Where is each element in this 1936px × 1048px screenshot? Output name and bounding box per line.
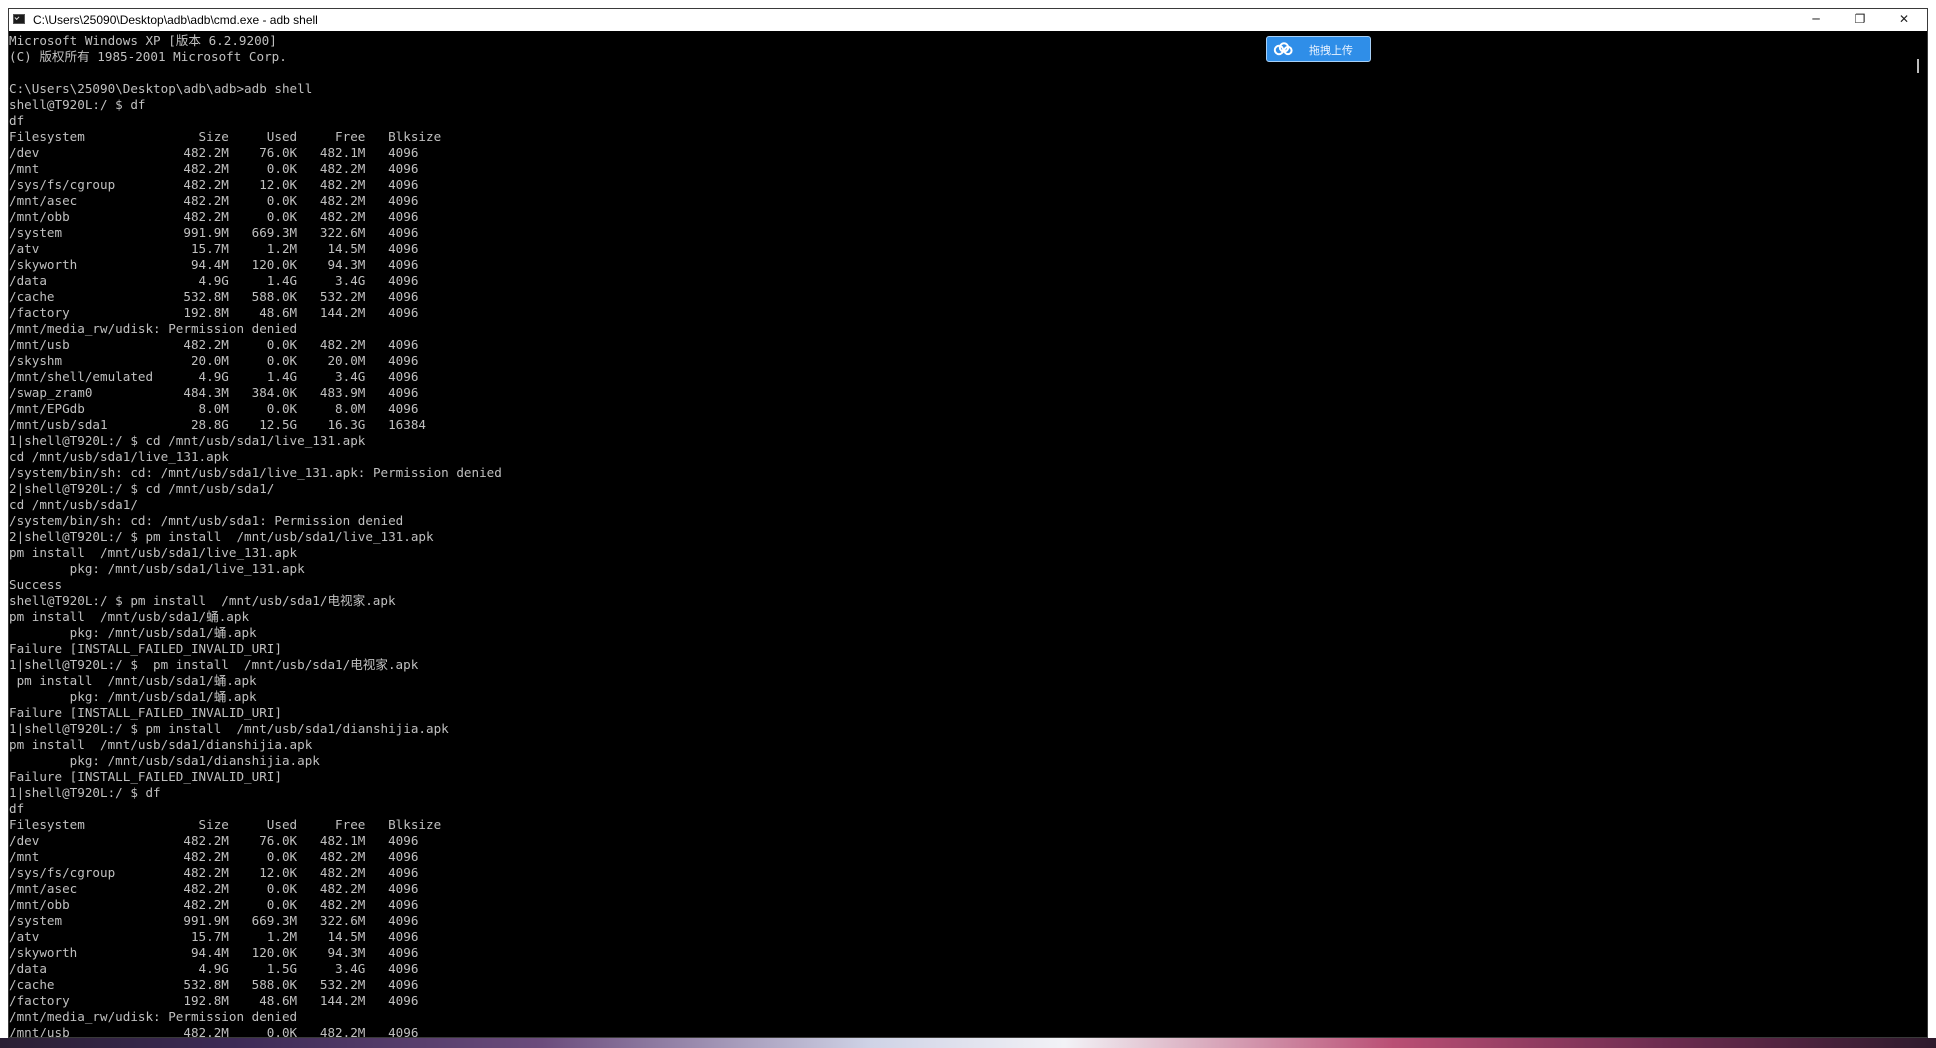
close-button[interactable]: ✕: [1881, 9, 1927, 31]
drag-upload-button[interactable]: 拖拽上传: [1266, 36, 1371, 62]
upload-label: 拖拽上传: [1309, 44, 1353, 57]
console-output: Microsoft Windows XP [版本 6.2.9200] (C) 版…: [9, 33, 502, 1038]
minimize-button[interactable]: ─: [1793, 9, 1839, 31]
maximize-button[interactable]: ❐: [1837, 9, 1883, 31]
cmd-app-icon: [13, 14, 25, 24]
desktop-taskbar-edge: [0, 1038, 1936, 1048]
cloud-icon: [1273, 42, 1293, 56]
console-area[interactable]: Microsoft Windows XP [版本 6.2.9200] (C) 版…: [9, 31, 1909, 1038]
scrollbar-thumb[interactable]: [1917, 59, 1919, 73]
vertical-scrollbar[interactable]: [1909, 31, 1927, 1037]
title-bar[interactable]: C:\Users\25090\Desktop\adb\adb\cmd.exe -…: [9, 9, 1927, 31]
cmd-window: C:\Users\25090\Desktop\adb\adb\cmd.exe -…: [8, 8, 1928, 1038]
window-title: C:\Users\25090\Desktop\adb\adb\cmd.exe -…: [33, 13, 318, 27]
